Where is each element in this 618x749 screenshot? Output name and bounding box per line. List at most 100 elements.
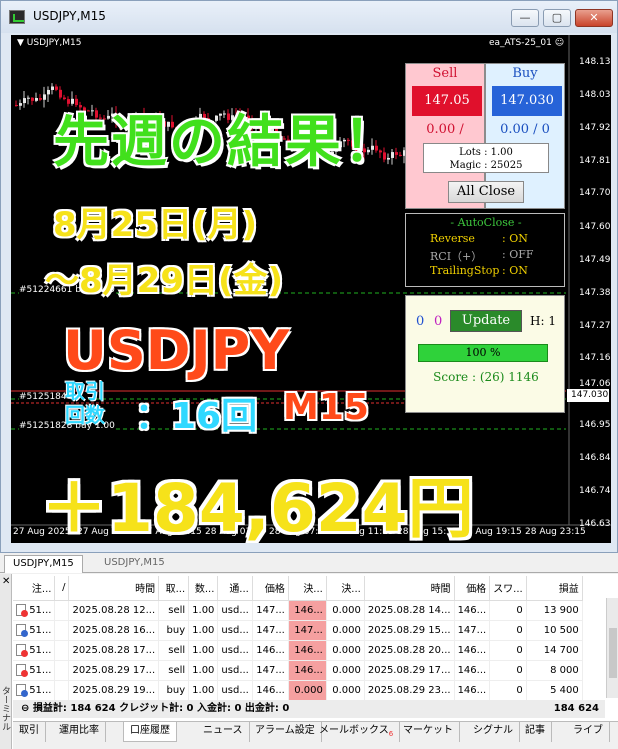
column-header[interactable]: 価格 <box>454 576 491 601</box>
column-header[interactable]: 時間 <box>364 576 455 601</box>
vertical-scrollbar[interactable] <box>606 598 618 698</box>
cell: 146... <box>288 640 327 661</box>
h-label: H: 1 <box>530 314 556 328</box>
autoclose-panel: - AutoClose - Reverse : ON RCI（+） : OFF … <box>405 213 565 287</box>
column-header[interactable]: 決... <box>288 576 327 601</box>
column-header[interactable]: 時間 <box>68 576 160 601</box>
promo-date-from: 8月25日(月) <box>53 205 258 245</box>
price-chart[interactable]: ▼ USDJPY,M15 ea_ATS-25_01 ☺ 148.135 148.0… <box>11 35 611 543</box>
cell: 8 000 <box>526 660 583 681</box>
cell: 2025.08.29 17... <box>68 660 160 681</box>
terminal-tab[interactable]: マーケット <box>397 722 460 742</box>
count-b: 0 <box>434 314 443 329</box>
table-row[interactable]: 51... 2025.08.28 12... sell 1.00 usd... 147..… <box>13 600 583 621</box>
terminal-tab[interactable]: ニュース <box>197 722 250 742</box>
order-icon: 51... <box>13 660 56 681</box>
cell: 2025.08.28 14... <box>364 600 455 621</box>
cell: 147... <box>288 620 327 641</box>
column-header[interactable]: 損益 <box>526 576 583 601</box>
column-header[interactable]: / <box>54 576 70 601</box>
terminal-tab[interactable]: ライブ <box>567 722 610 742</box>
cell: 146... <box>454 600 491 621</box>
trailing-toggle[interactable]: : ON <box>502 264 528 277</box>
chart-symbol-label: ▼ USDJPY,M15 <box>17 38 82 48</box>
terminal-label: ターミナル <box>0 686 10 731</box>
cell <box>54 600 70 621</box>
cell: 0.000 <box>326 600 365 621</box>
column-header[interactable]: 数... <box>188 576 219 601</box>
reverse-toggle[interactable]: : ON <box>502 232 528 245</box>
window-title: USDJPY,M15 <box>33 9 106 23</box>
promo-timeframe: M15 <box>283 387 369 428</box>
cell: 147... <box>252 620 289 641</box>
terminal-tab[interactable]: シグナル <box>467 722 520 742</box>
table-row[interactable]: 51... 2025.08.29 19... buy 1.00 usd... 146...… <box>13 680 583 701</box>
chart-tab-usdjpy[interactable]: USDJPY,M15 <box>96 555 173 573</box>
all-close-button[interactable]: All Close <box>448 181 524 203</box>
lots-value: Lots : 1.00 <box>459 147 513 158</box>
magic-value: Magic : 25025 <box>449 160 523 171</box>
cell: 13 900 <box>526 600 583 621</box>
cell: 0 <box>489 620 527 641</box>
sell-button[interactable]: 147.05 <box>412 86 482 116</box>
table-row[interactable]: 51... 2025.08.28 17... sell 1.00 usd... 146..… <box>13 640 583 661</box>
price-tick: 146.740 <box>579 486 611 496</box>
cell: 2025.08.29 17... <box>364 660 455 681</box>
column-header[interactable]: 価格 <box>252 576 289 601</box>
cell: sell <box>158 660 190 681</box>
cell: usd... <box>217 600 253 621</box>
cell: 2025.08.29 15... <box>364 620 455 641</box>
cell: 1.00 <box>188 600 219 621</box>
terminal-tab[interactable]: 運用比率 <box>53 722 106 742</box>
terminal-tab[interactable]: 口座履歴 <box>123 722 177 742</box>
terminal-tab[interactable]: アラーム設定 <box>249 722 322 742</box>
terminal-tab[interactable]: メールボックス6 <box>313 722 401 742</box>
title-bar[interactable]: USDJPY,M15 — ▢ ✕ <box>1 1 617 33</box>
rci-toggle[interactable]: : OFF <box>502 248 534 261</box>
price-tick: 147.600 <box>579 222 611 232</box>
close-button[interactable]: ✕ <box>575 9 613 27</box>
minimize-button[interactable]: — <box>511 9 539 27</box>
cell: 0 <box>489 680 527 701</box>
column-header[interactable]: 取... <box>158 576 190 601</box>
promo-headline: 先週の結果！ <box>53 110 401 175</box>
price-tick: 146.845 <box>579 453 611 463</box>
mail-badge: 6 <box>388 730 394 738</box>
scroll-thumb[interactable] <box>609 628 617 678</box>
cell: 147... <box>454 620 491 641</box>
cell: 147... <box>252 660 289 681</box>
order-icon: 51... <box>13 620 56 641</box>
cell: 2025.08.28 16... <box>68 620 160 641</box>
close-icon[interactable]: ✕ <box>2 576 10 587</box>
column-header[interactable]: 通... <box>217 576 253 601</box>
promo-pair: USDJPY <box>63 319 290 382</box>
column-header[interactable]: 注... <box>13 576 56 601</box>
summary-row: ⊖ 損益計: 184 624 クレジット計: 0 入金計: 0 出金計: 0 1… <box>13 700 605 718</box>
terminal-tabs: 取引 運用比率 口座履歴 ニュース アラーム設定 メールボックス6 マーケット シグナル 記事ラ… <box>13 721 618 749</box>
column-header[interactable]: 決... <box>326 576 365 601</box>
lots-magic-box[interactable]: Lots : 1.00 Magic : 25025 <box>423 143 549 173</box>
order-icon: 51... <box>13 640 56 661</box>
cell: buy <box>158 680 190 701</box>
current-price-marker: 147.030 <box>567 389 609 402</box>
table-row[interactable]: 51... 2025.08.29 17... sell 1.00 usd... 147..… <box>13 660 583 681</box>
terminal-tab[interactable]: 取引 <box>13 722 46 742</box>
maximize-button[interactable]: ▢ <box>543 9 571 27</box>
chart-tab-usdjpy-active[interactable]: USDJPY,M15 <box>4 555 83 573</box>
terminal-tab[interactable]: 記事 <box>519 722 552 742</box>
cell: 2025.08.29 19... <box>68 680 160 701</box>
update-button[interactable]: Update <box>450 310 522 332</box>
summary-total: 184 624 <box>553 703 599 714</box>
price-tick: 148.135 <box>579 57 611 67</box>
cell: 0 <box>489 660 527 681</box>
chart-icon <box>9 10 25 24</box>
buy-button[interactable]: 147.030 <box>492 86 562 116</box>
sell-label: Sell <box>432 66 458 81</box>
ea-name-label: ea_ATS-25_01 ☺ <box>489 38 565 48</box>
table-row[interactable]: 51... 2025.08.28 16... buy 1.00 usd... 147...… <box>13 620 583 641</box>
cell: 1.00 <box>188 620 219 641</box>
cell: 2025.08.28 12... <box>68 600 160 621</box>
sell-pl: 0.00 / <box>426 122 464 137</box>
cell: 0.000 <box>326 620 365 641</box>
column-header[interactable]: スワ... <box>489 576 527 601</box>
